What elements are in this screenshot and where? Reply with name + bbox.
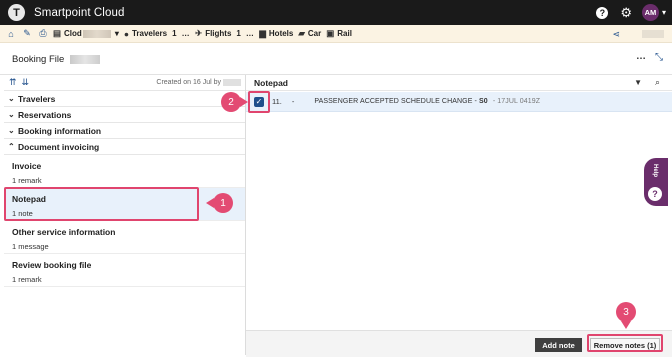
item-subtitle: 1 remark: [12, 275, 42, 284]
section-document-invoicing[interactable]: ⌃ Document invoicing: [4, 139, 245, 155]
collapse-icon[interactable]: ⤡: [655, 52, 663, 63]
redacted-agent: [223, 79, 241, 86]
chevron-down-icon: ⌄: [8, 110, 15, 119]
train-icon: ▣: [326, 28, 335, 38]
nav-rail[interactable]: ▣ Rail: [326, 28, 352, 39]
redacted-pnr: [82, 29, 111, 38]
list-item-other-service-information[interactable]: Other service information 1 message: [4, 221, 245, 254]
item-title: Invoice: [12, 161, 42, 171]
nav-flights-label: Flights: [205, 29, 232, 38]
nav-car-label: Car: [307, 29, 322, 38]
help-icon: ?: [648, 187, 662, 201]
note-code: S0: [479, 98, 488, 105]
chevron-down-icon: ⌄: [8, 126, 15, 135]
page-title: Booking File: [12, 54, 100, 65]
help-tab-label: Help: [652, 164, 658, 178]
section-label: Travelers: [18, 93, 56, 104]
chevron-down-icon: ⌄: [8, 94, 15, 103]
notepad-footer: Add note Remove notes (1): [246, 330, 672, 357]
booking-nav-bar: ⌂ ✎ ⎙ ▤ Clod ▾ ● Travelers 1 … ✈ Flights…: [0, 25, 672, 43]
nav-flights-count: 1: [236, 29, 241, 38]
section-label: Booking information: [18, 125, 102, 136]
home-icon[interactable]: ⌂: [6, 29, 16, 39]
list-item-review-booking-file[interactable]: Review booking file 1 remark: [4, 254, 245, 287]
pnr-selector[interactable]: ▤ Clod ▾: [53, 28, 119, 39]
notepad-panel: Notepad ▼ ⌕ ✓ 11. - PASSENGER ACCEPTED S…: [246, 75, 672, 357]
note-separator: -: [474, 98, 477, 105]
pnr-label: Clod: [64, 29, 82, 38]
wrench-icon[interactable]: ✎: [22, 28, 32, 39]
nav-travelers[interactable]: ● Travelers 1 …: [124, 29, 190, 39]
created-info: Created on 16 Jul by: [156, 79, 241, 86]
app-logo: T: [8, 4, 25, 21]
file-icon: ▤: [53, 28, 62, 38]
nav-travelers-count: 1: [172, 29, 177, 38]
nav-hotels[interactable]: ▆ Hotels: [259, 28, 293, 39]
section-label: Document invoicing: [18, 141, 100, 152]
list-item-invoice[interactable]: Invoice 1 remark: [4, 155, 245, 188]
nav-flights[interactable]: ✈ Flights 1 …: [195, 28, 254, 39]
callout-2: 2: [221, 92, 248, 112]
booking-file-header: Booking File … ⤡: [0, 43, 672, 75]
nav-travelers-label: Travelers: [131, 29, 168, 38]
note-row[interactable]: ✓ 11. - PASSENGER ACCEPTED SCHEDULE CHAN…: [246, 92, 672, 112]
help-icon[interactable]: ?: [596, 6, 609, 19]
section-label: Reservations: [18, 109, 72, 120]
notepad-title: Notepad: [254, 77, 288, 88]
nav-rail-label: Rail: [337, 29, 352, 38]
car-icon: ▰: [298, 28, 305, 38]
hotel-icon: ▆: [259, 28, 266, 38]
gear-icon[interactable]: ⚙: [620, 6, 632, 19]
person-icon: ●: [123, 28, 129, 39]
chevron-up-icon: ⌃: [8, 142, 15, 151]
nav-car[interactable]: ▰ Car: [298, 28, 321, 39]
search-icon[interactable]: ⌕: [655, 77, 660, 88]
expand-all-icon[interactable]: ⇈: [9, 77, 17, 88]
callout-1: 1: [206, 193, 233, 213]
note-checkbox[interactable]: ✓: [254, 96, 264, 107]
printer-icon[interactable]: ⎙: [38, 28, 48, 39]
item-subtitle: 1 note: [12, 209, 33, 218]
remove-notes-button[interactable]: Remove notes (1): [590, 338, 660, 352]
created-text: Created on 16 Jul by: [156, 79, 221, 86]
item-subtitle: 1 remark: [12, 176, 42, 185]
redacted-area: [642, 30, 664, 38]
more-icon[interactable]: …: [182, 29, 191, 38]
collapse-all-icon[interactable]: ⇊: [22, 77, 30, 88]
page-title-text: Booking File: [12, 54, 65, 65]
plane-icon: ✈: [195, 28, 203, 38]
booking-sections-panel: ⇈ ⇊ Created on 16 Jul by ⌄ Travelers ⌄ R…: [4, 75, 246, 355]
top-bar: T Smartpoint Cloud ? ⚙ AM ▾: [0, 0, 672, 25]
chevron-down-icon[interactable]: ▾: [662, 8, 666, 17]
section-reservations[interactable]: ⌄ Reservations: [4, 107, 245, 123]
left-toolbar: ⇈ ⇊ Created on 16 Jul by: [4, 75, 245, 91]
redacted-booking-id: [69, 54, 100, 64]
section-booking-information[interactable]: ⌄ Booking information: [4, 123, 245, 139]
note-text: PASSENGER ACCEPTED SCHEDULE CHANGE - S0 …: [314, 98, 540, 105]
share-icon[interactable]: ⋖: [612, 29, 620, 40]
add-note-button[interactable]: Add note: [535, 338, 582, 352]
help-tab[interactable]: Help ?: [644, 158, 668, 206]
chevron-down-icon: ▾: [114, 29, 119, 38]
more-icon[interactable]: …: [246, 29, 255, 38]
item-title: Review booking file: [12, 260, 92, 270]
notepad-header: Notepad: [246, 75, 672, 91]
section-travelers[interactable]: ⌄ Travelers: [4, 91, 245, 107]
nav-hotels-label: Hotels: [268, 29, 294, 38]
note-timestamp: - 17JUL 0419Z: [492, 98, 541, 105]
callout-3: 3: [616, 302, 636, 329]
more-options-icon[interactable]: …: [636, 51, 646, 62]
item-subtitle: 1 message: [12, 242, 49, 251]
avatar[interactable]: AM: [641, 4, 659, 21]
item-title: Other service information: [12, 227, 116, 237]
note-body: PASSENGER ACCEPTED SCHEDULE CHANGE: [314, 98, 473, 105]
note-dash: -: [291, 97, 295, 106]
note-number: 11.: [272, 97, 282, 106]
filter-icon[interactable]: ▼: [634, 78, 642, 87]
app-title: Smartpoint Cloud: [34, 6, 125, 19]
